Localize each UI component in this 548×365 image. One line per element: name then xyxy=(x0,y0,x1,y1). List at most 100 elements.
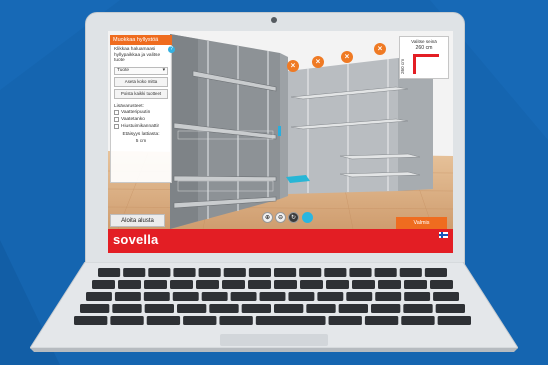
webcam-icon xyxy=(271,17,277,23)
keyboard-key xyxy=(326,280,349,289)
start-over-button[interactable]: Aloita alusta xyxy=(110,214,165,227)
keyboard-key xyxy=(196,280,219,289)
keyboard-key xyxy=(144,280,167,289)
rotate-button[interactable]: ↻ xyxy=(288,212,299,223)
zoom-out-button[interactable]: ⊖ xyxy=(275,212,286,223)
keyboard-key xyxy=(123,268,146,277)
keyboard-key xyxy=(371,304,401,313)
keyboard-key xyxy=(374,268,397,277)
keyboard-key xyxy=(404,280,427,289)
keyboard-key xyxy=(112,304,142,313)
finland-flag-icon[interactable] xyxy=(439,232,448,238)
keyboard-key xyxy=(364,316,399,325)
panel-instruction: Klikkaa haluamaasi hyllypaikkaa ja valit… xyxy=(114,47,161,64)
remove-all-button[interactable]: Poista kaikki tuotteet xyxy=(114,88,168,99)
keyboard-key xyxy=(274,304,304,313)
keyboard-key xyxy=(255,316,326,325)
keyboard-key xyxy=(222,280,245,289)
zoom-out-icon: ⊖ xyxy=(277,215,284,221)
remove-marker-1[interactable]: × xyxy=(287,60,299,72)
remove-marker-3[interactable]: × xyxy=(341,51,353,63)
brand-footer: sovella xyxy=(108,229,453,253)
keyboard-key xyxy=(146,316,181,325)
keyboard-key xyxy=(172,292,199,301)
keyboard-key xyxy=(183,316,217,325)
help-icon[interactable]: ? xyxy=(168,46,175,53)
product-select[interactable]: Tuote ▾ xyxy=(114,66,168,75)
keyboard-key xyxy=(375,292,402,301)
app-screen: × × × × Muokkaa hyllystöä ? Klikkaa halu… xyxy=(108,31,453,253)
zoom-in-icon: ⊕ xyxy=(264,215,271,221)
keyboard-key xyxy=(248,268,271,277)
edit-shelf-panel: Muokkaa hyllystöä ? Klikkaa haluamaasi h… xyxy=(110,35,175,183)
accessory-item[interactable]: Vaatteripuutin xyxy=(111,109,171,116)
keyboard-key xyxy=(378,280,401,289)
keyboard-key xyxy=(114,292,141,301)
keyboard-key xyxy=(401,316,435,325)
keyboard-key xyxy=(241,304,271,313)
keyboard-key xyxy=(346,292,373,301)
checkbox[interactable] xyxy=(114,116,119,122)
keyboard-key xyxy=(173,268,196,277)
keyboard-key xyxy=(300,280,323,289)
checkbox[interactable] xyxy=(114,123,119,129)
keyboard-key xyxy=(424,268,447,277)
zoom-in-button[interactable]: ⊕ xyxy=(262,212,273,223)
chevron-down-icon: ▾ xyxy=(162,68,165,74)
rotate-icon: ↻ xyxy=(290,215,297,221)
keyboard-key xyxy=(118,280,141,289)
keyboard-key xyxy=(435,304,465,313)
keyboard-key xyxy=(143,292,170,301)
keyboard-key xyxy=(219,316,253,325)
keyboard-key xyxy=(177,304,207,313)
keyboard-key xyxy=(98,268,121,277)
keyboard-key xyxy=(230,292,257,301)
accessory-item[interactable]: Hiustuimikannattir xyxy=(111,123,171,130)
keyboard-key xyxy=(338,304,368,313)
keyboard-key xyxy=(170,280,193,289)
checkbox[interactable] xyxy=(114,109,119,115)
wall-diagram-icon xyxy=(413,54,439,74)
set-full-height-button[interactable]: Aseta koko mitta xyxy=(114,76,168,87)
done-button[interactable]: Valmis xyxy=(396,217,447,229)
keyboard-key xyxy=(324,268,347,277)
keyboard-key xyxy=(80,304,110,313)
keyboard-key xyxy=(144,304,174,313)
wall-height: 260 cm xyxy=(400,58,406,75)
remove-marker-4[interactable]: × xyxy=(374,43,386,55)
accessory-item[interactable]: Vaatetanko xyxy=(111,116,171,123)
panel-title: Muokkaa hyllystöä xyxy=(110,35,172,45)
keyboard-key xyxy=(299,268,322,277)
keyboard-key xyxy=(223,268,246,277)
keyboard-key xyxy=(437,316,471,325)
keyboard-key xyxy=(198,268,221,277)
wall-selector[interactable]: Valitse seinä 260 cm 260 cm xyxy=(399,36,449,79)
keyboard-key xyxy=(248,280,271,289)
product-select-value: Tuote xyxy=(117,68,130,74)
view-cube-button[interactable] xyxy=(302,212,313,223)
keyboard-key xyxy=(86,292,112,301)
keyboard-key xyxy=(430,280,453,289)
keyboard-key xyxy=(274,268,297,277)
distance-label: Etäisyys lattiasta: xyxy=(122,131,160,137)
laptop-keyboard-base xyxy=(30,262,518,352)
remove-marker-2[interactable]: × xyxy=(312,56,324,68)
keyboard-key xyxy=(201,292,228,301)
keyboard-key xyxy=(259,292,286,301)
keyboard-key xyxy=(352,280,375,289)
keyboard-key xyxy=(403,304,433,313)
keyboard-key xyxy=(433,292,459,301)
keyboard-key xyxy=(404,292,431,301)
keyboard-key xyxy=(74,316,108,325)
keyboard-key xyxy=(306,304,336,313)
keyboard-key xyxy=(209,304,239,313)
keyboard-key xyxy=(328,316,362,325)
keyboard-key xyxy=(148,268,171,277)
distance-value: 5 cm xyxy=(135,139,147,145)
accessories-title: Lisävarusteet: xyxy=(114,103,144,109)
keyboard-key xyxy=(288,292,315,301)
keyboard-key xyxy=(349,268,372,277)
sovella-logo: sovella xyxy=(113,232,159,247)
keyboard-key xyxy=(317,292,344,301)
keyboard-key xyxy=(399,268,422,277)
